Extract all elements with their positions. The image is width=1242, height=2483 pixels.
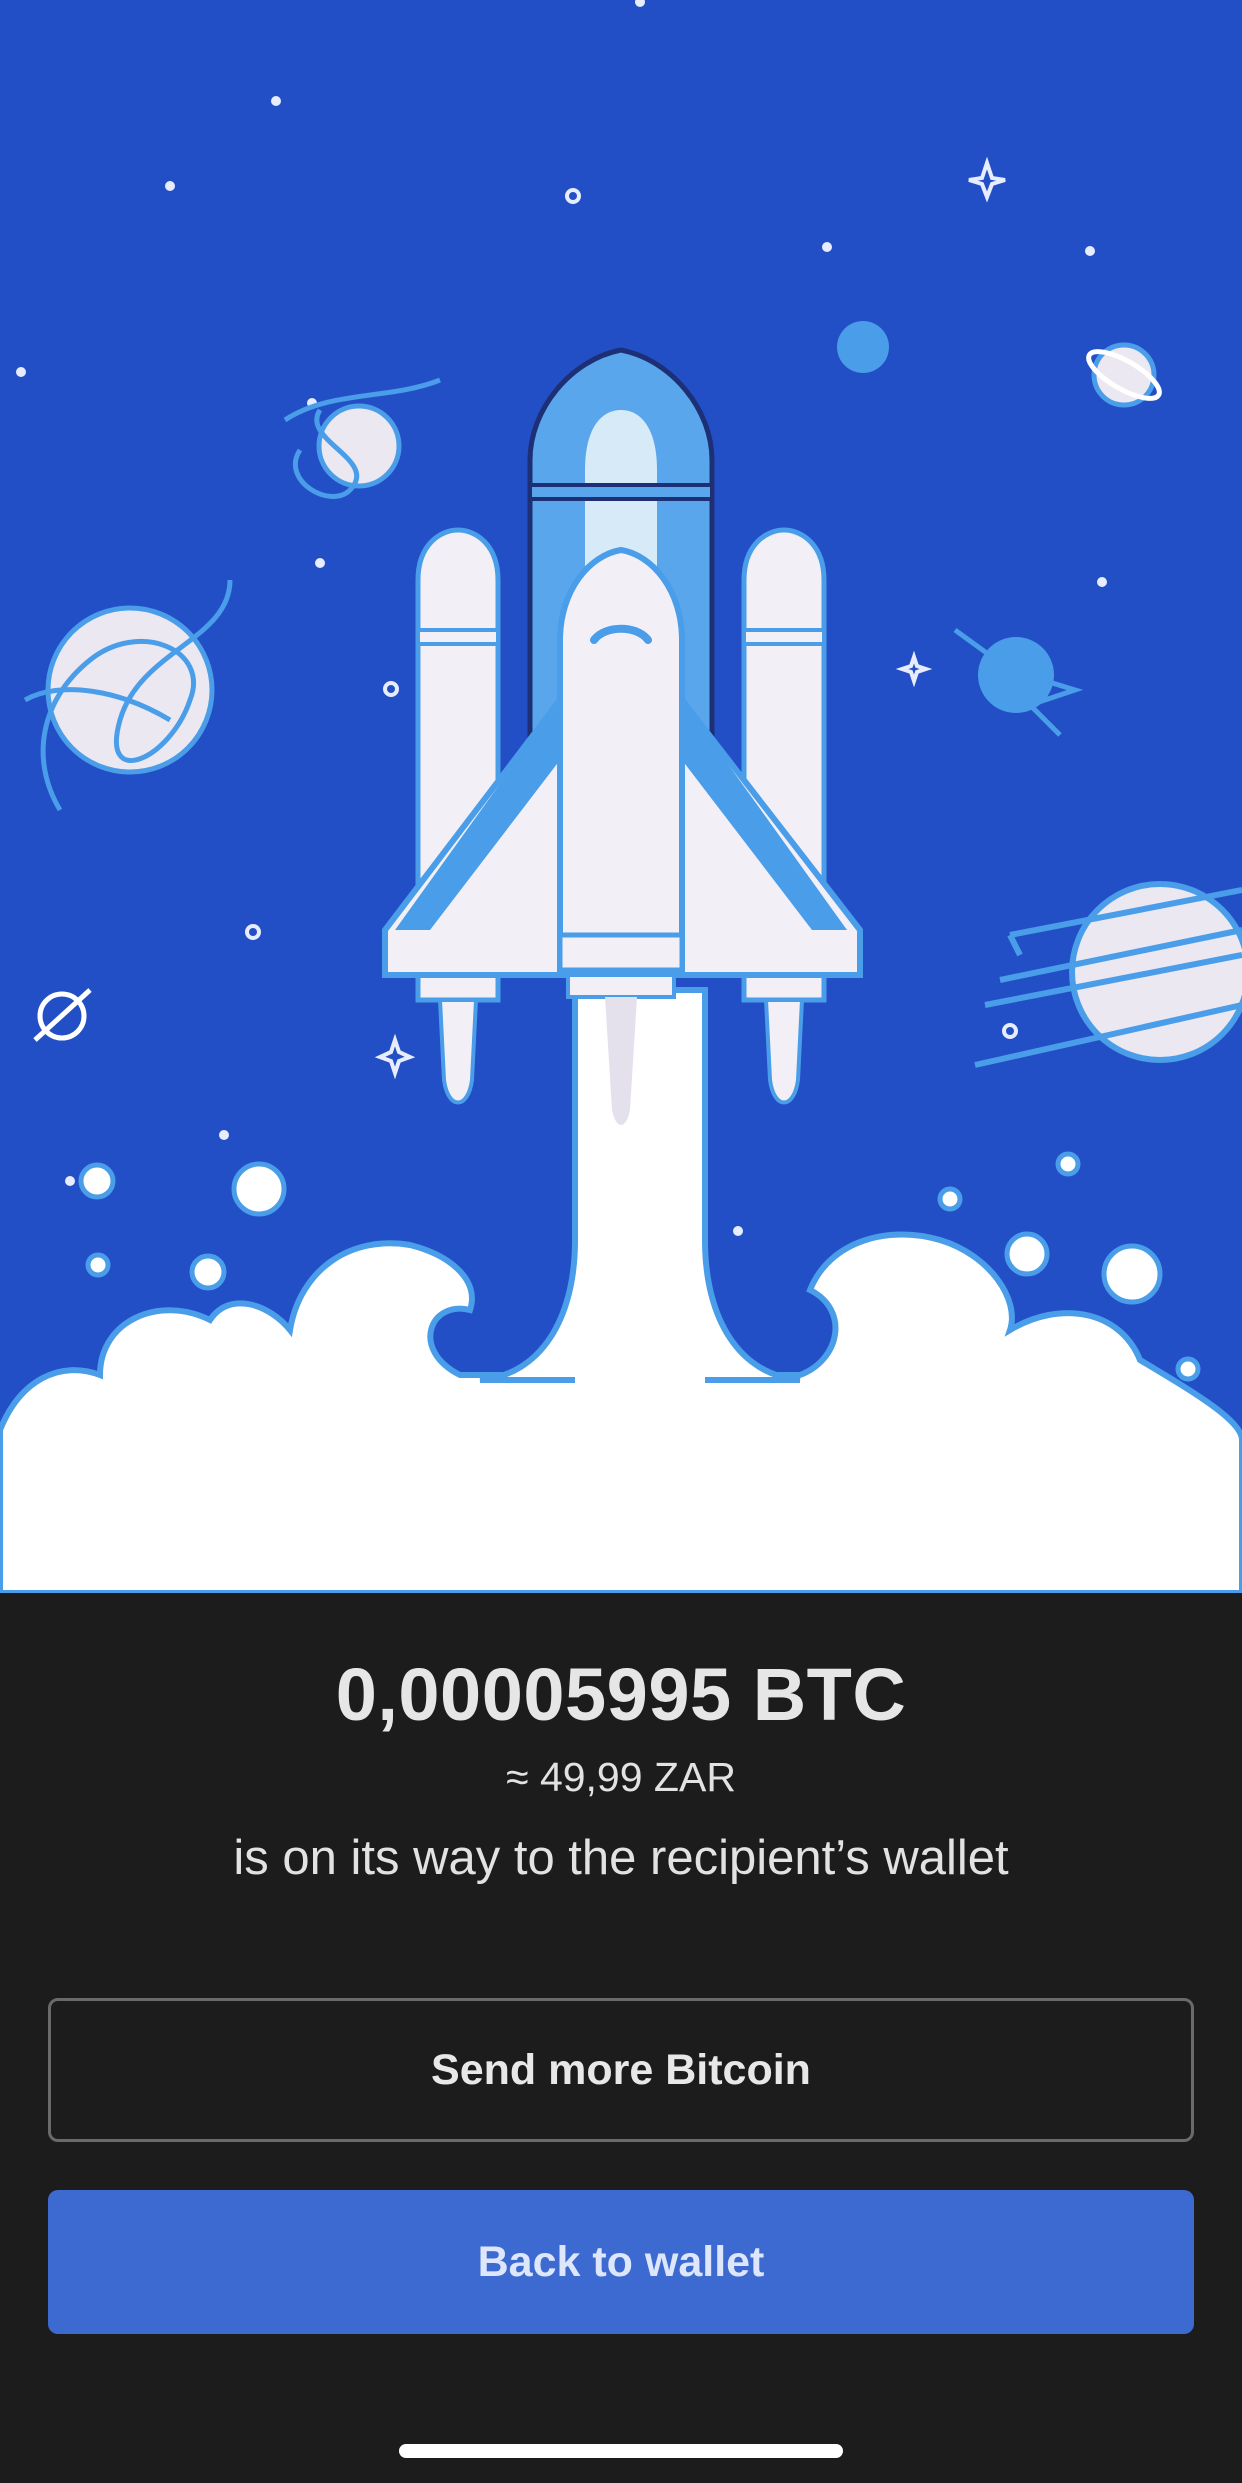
home-indicator[interactable]	[399, 2444, 843, 2458]
comet-planet	[953, 627, 1084, 737]
planet-right	[974, 881, 1242, 1068]
send-more-bitcoin-label: Send more Bitcoin	[431, 2045, 811, 2094]
send-more-bitcoin-button[interactable]: Send more Bitcoin	[48, 1998, 1194, 2142]
planet-outline-icon	[33, 988, 92, 1042]
back-to-wallet-button[interactable]: Back to wallet	[48, 2190, 1194, 2334]
planet-left	[23, 579, 233, 812]
planet-small-right	[1086, 342, 1162, 408]
btc-amount: 0,00005995 BTC	[335, 1653, 907, 1736]
planet-top-left	[283, 377, 441, 499]
back-to-wallet-label: Back to wallet	[477, 2237, 765, 2286]
status-message: is on its way to the recipient’s wallet	[233, 1831, 1009, 1885]
rocket-launch-illustration	[0, 0, 1242, 1593]
rocket-icon	[382, 347, 863, 1125]
exhaust-trail	[479, 987, 801, 1383]
fiat-equivalent: ≈ 49,99 ZAR	[506, 1754, 736, 1800]
rocket-illustration-svg	[0, 0, 1242, 1593]
